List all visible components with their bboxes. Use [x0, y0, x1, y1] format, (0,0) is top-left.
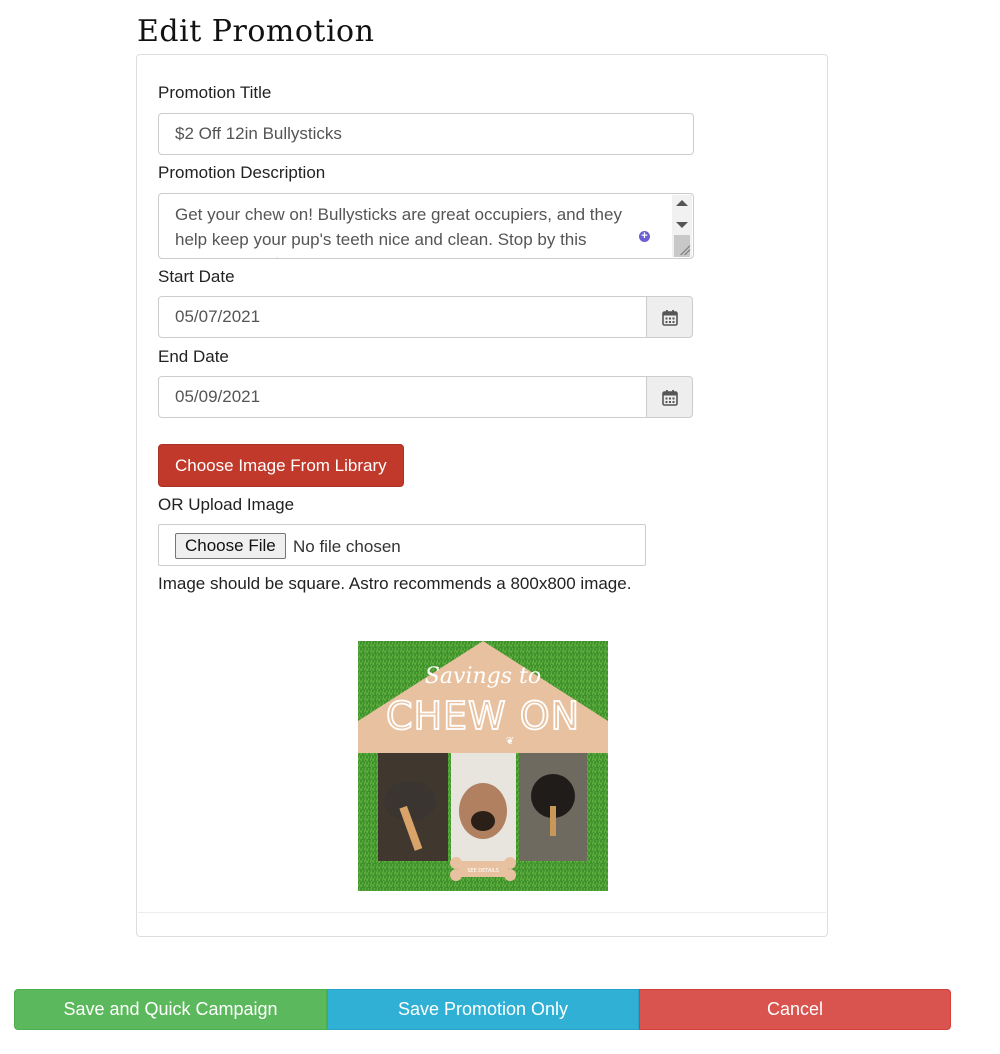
end-date-input[interactable]: 05/09/2021	[158, 376, 647, 418]
file-status-text: No file chosen	[293, 537, 401, 556]
calendar-icon	[662, 390, 678, 406]
save-promotion-only-button[interactable]: Save Promotion Only	[327, 989, 639, 1030]
scroll-up-arrow-icon[interactable]	[676, 200, 688, 206]
image-headline-main: CHEW ON	[386, 694, 580, 738]
calendar-icon	[662, 310, 678, 326]
image-headline-top: Savings to	[425, 664, 541, 689]
upload-image-label: OR Upload Image	[158, 495, 295, 514]
cancel-button[interactable]: Cancel	[639, 989, 951, 1030]
start-date-label: Start Date	[158, 267, 235, 286]
resize-grip-icon[interactable]	[680, 245, 690, 255]
promotion-title-input[interactable]: $2 Off 12in Bullysticks	[158, 113, 694, 155]
image-help-text: Image should be square. Astro recommends…	[158, 574, 632, 593]
panel-divider	[138, 912, 826, 913]
start-date-group: 05/07/2021	[158, 296, 694, 338]
choose-file-button[interactable]: Choose File	[175, 533, 286, 559]
end-date-group: 05/09/2021	[158, 376, 694, 418]
choose-image-from-library-button[interactable]: Choose Image From Library	[158, 444, 404, 487]
image-badge-text: SEE DETAILS	[467, 868, 499, 874]
end-date-label: End Date	[158, 347, 229, 366]
image-file-input[interactable]: Choose File No file chosen	[158, 524, 646, 566]
paw-icon: ❦	[506, 736, 514, 747]
page-title: Edit Promotion	[137, 14, 375, 49]
start-date-picker-button[interactable]	[646, 296, 693, 338]
promotion-description-label: Promotion Description	[158, 163, 326, 182]
promotion-form-panel: Promotion Title $2 Off 12in Bullysticks …	[136, 54, 828, 937]
start-date-input[interactable]: 05/07/2021	[158, 296, 647, 338]
end-date-picker-button[interactable]	[646, 376, 693, 418]
promotion-description-text: Get your chew on! Bullysticks are great …	[175, 205, 622, 258]
promotion-image-preview: Savings to CHEW ON ❦ SEE DETAILS	[358, 641, 608, 891]
grammar-plus-icon[interactable]: +	[639, 231, 650, 242]
promotion-description-textarea[interactable]: Get your chew on! Bullysticks are great …	[158, 193, 694, 259]
save-and-quick-campaign-button[interactable]: Save and Quick Campaign	[14, 989, 327, 1030]
promotion-title-label: Promotion Title	[158, 83, 272, 102]
scroll-down-arrow-icon[interactable]	[676, 222, 688, 228]
